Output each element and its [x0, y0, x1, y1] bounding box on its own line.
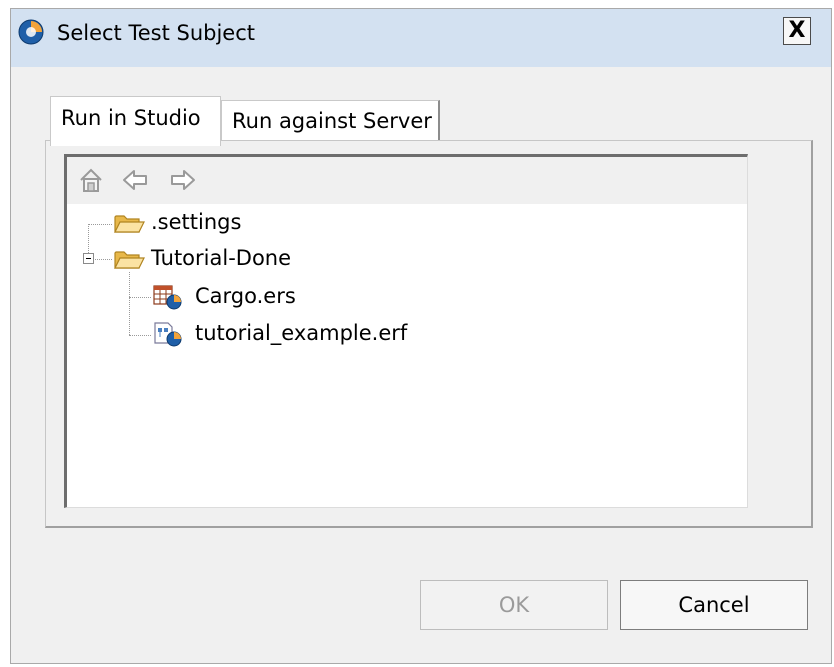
forward-arrow-icon[interactable] — [169, 166, 197, 194]
tree-connector — [129, 297, 151, 298]
ruleflow-file-icon — [154, 322, 182, 347]
tree-connector — [129, 272, 130, 335]
collapse-toggle[interactable] — [83, 253, 94, 264]
folder-open-icon — [114, 251, 145, 269]
tab-run-against-server[interactable]: Run against Server — [221, 100, 440, 140]
tree-item-label: Tutorial-Done — [151, 246, 292, 270]
tree-item-label: tutorial_example.erf — [195, 321, 408, 345]
ruleset-file-icon — [153, 285, 182, 310]
cancel-button[interactable]: Cancel — [620, 580, 808, 630]
tree-connector — [95, 259, 112, 260]
tree-connector — [88, 224, 112, 225]
ok-button[interactable]: OK — [420, 580, 608, 630]
folder-open-icon — [114, 215, 145, 233]
tree-item-label: .settings — [151, 210, 242, 234]
close-button[interactable]: X — [783, 17, 811, 45]
back-arrow-icon[interactable] — [121, 166, 149, 194]
home-icon[interactable] — [77, 166, 105, 194]
tree-item-label: Cargo.ers — [195, 284, 296, 308]
tree-connector — [129, 335, 151, 336]
dialog-title: Select Test Subject — [57, 21, 255, 45]
studio-app-icon — [18, 19, 44, 45]
tab-run-in-studio[interactable]: Run in Studio — [50, 96, 221, 146]
tree-connector — [88, 224, 89, 253]
